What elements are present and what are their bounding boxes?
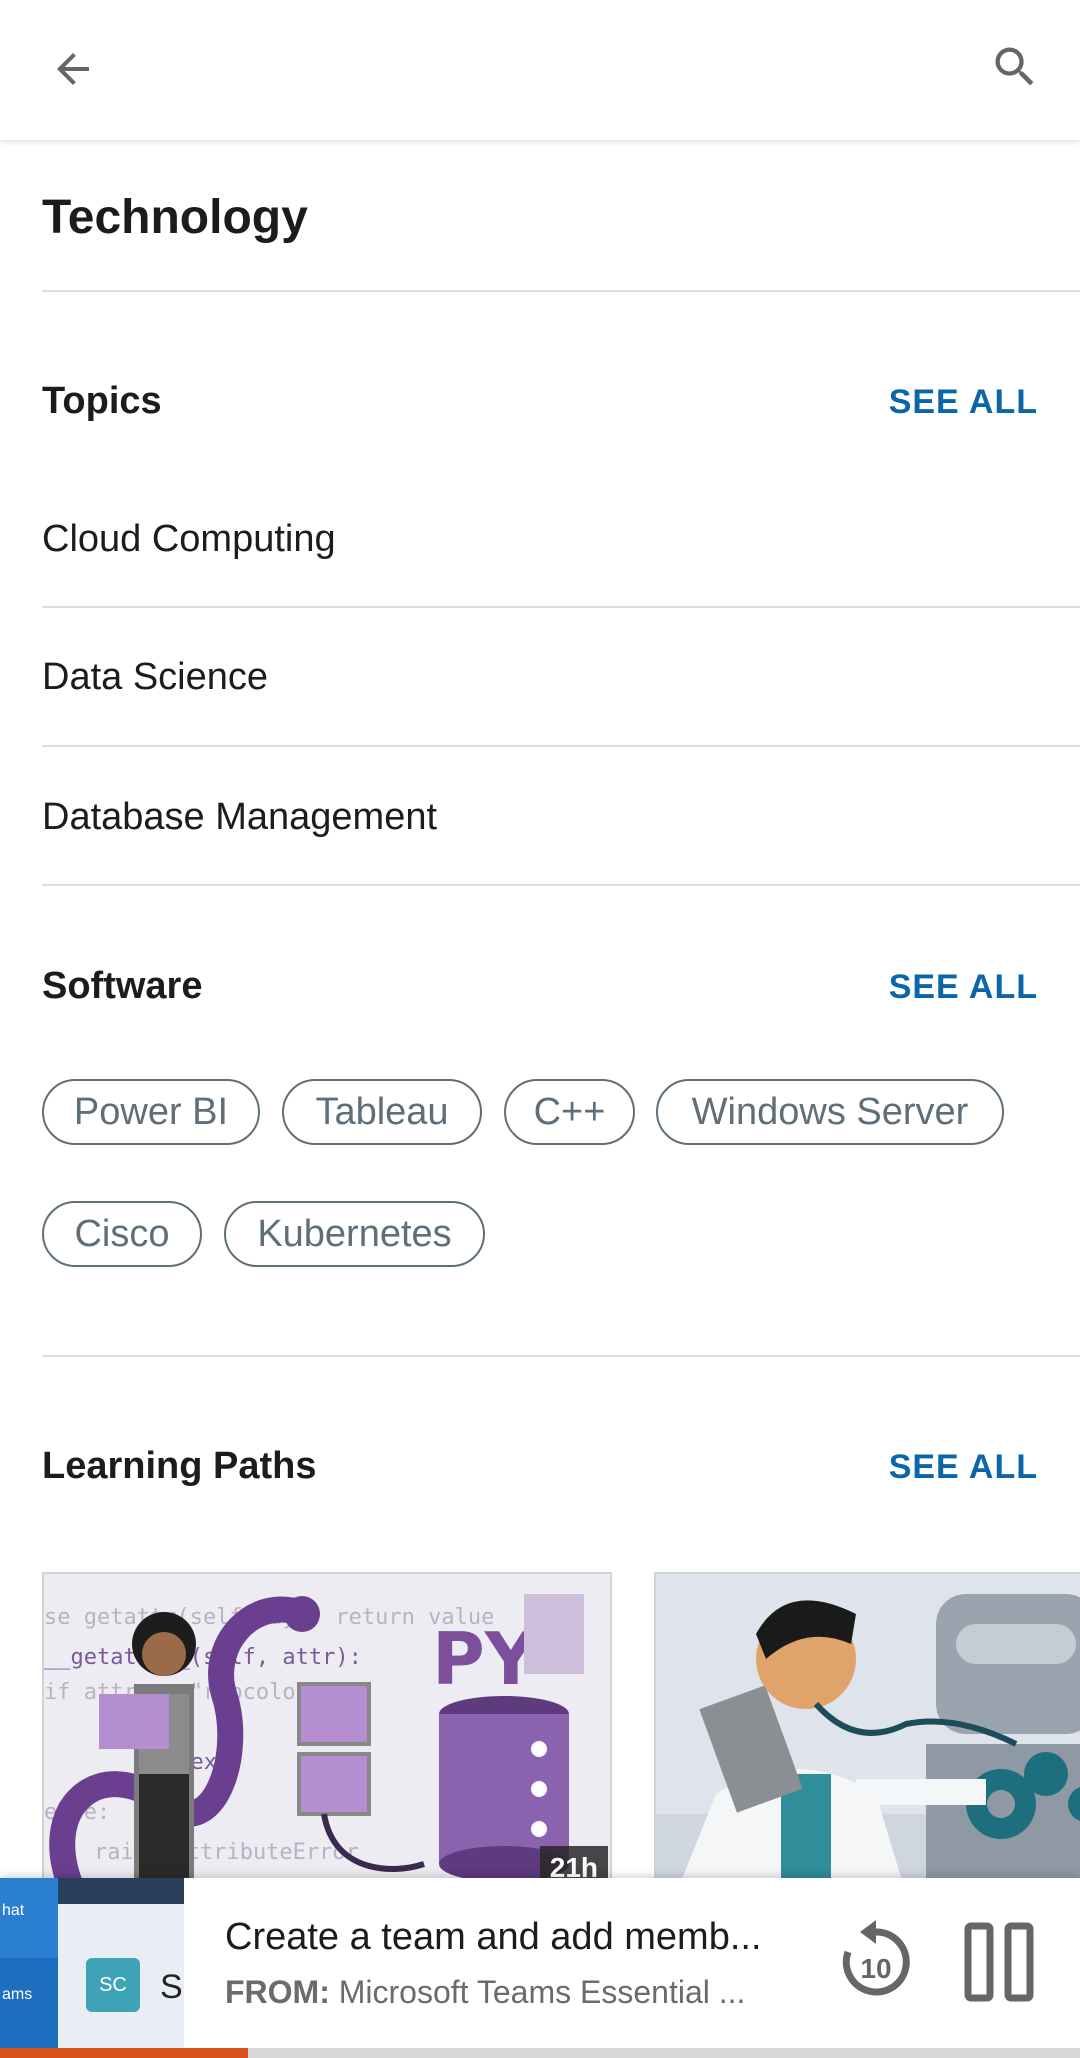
topic-divider bbox=[42, 745, 1080, 747]
python-illustration: se getattr(self, dyn) return value __get… bbox=[44, 1574, 610, 1890]
chip-cpp[interactable]: C++ bbox=[504, 1079, 635, 1145]
replay-10-button[interactable]: 10 bbox=[836, 1918, 916, 2004]
svg-text:__getattr__(self, attr):: __getattr__(self, attr): bbox=[44, 1645, 362, 1670]
pause-button[interactable] bbox=[964, 1918, 1034, 2004]
page-title: Technology bbox=[42, 191, 308, 244]
svg-text:PY: PY bbox=[432, 1617, 538, 1701]
learning-paths-heading: Learning Paths bbox=[42, 1445, 317, 1487]
course-name: Microsoft Teams Essential ... bbox=[338, 1974, 746, 2010]
thumb-header-bar bbox=[58, 1878, 184, 1904]
mini-player[interactable]: hat ams SC S Create a team and add memb.… bbox=[0, 1878, 1080, 2048]
chip-tableau[interactable]: Tableau bbox=[282, 1079, 482, 1145]
back-button[interactable] bbox=[42, 38, 104, 100]
playback-progress-bar bbox=[0, 2048, 1080, 2058]
topic-item-data-science[interactable]: Data Science bbox=[42, 656, 268, 699]
thumb-team-name-fragment: S bbox=[160, 1968, 183, 2006]
arrow-back-icon bbox=[57, 53, 89, 85]
topic-item-cloud-computing[interactable]: Cloud Computing bbox=[42, 518, 336, 561]
topic-item-database-management[interactable]: Database Management bbox=[42, 796, 437, 839]
software-see-all-button[interactable]: SEE ALL bbox=[889, 968, 1038, 1007]
topics-heading: Topics bbox=[42, 380, 162, 422]
section-divider bbox=[42, 884, 1080, 886]
chip-windows-server[interactable]: Windows Server bbox=[656, 1079, 1004, 1145]
software-heading: Software bbox=[42, 965, 203, 1007]
learning-path-card[interactable]: se getattr(self, dyn) return value __get… bbox=[42, 1572, 612, 1892]
mini-player-thumbnail: hat ams SC S bbox=[0, 1878, 184, 2048]
learning-path-card[interactable] bbox=[654, 1572, 1080, 1892]
thumb-chat-label: hat bbox=[2, 1902, 25, 1919]
svg-text:raise AttributeError: raise AttributeError bbox=[94, 1840, 359, 1865]
search-button[interactable] bbox=[984, 36, 1046, 98]
chip-power-bi[interactable]: Power BI bbox=[42, 1079, 260, 1145]
topic-divider bbox=[42, 606, 1080, 608]
learning-paths-see-all-button[interactable]: SEE ALL bbox=[889, 1448, 1038, 1487]
pause-icon bbox=[964, 1922, 1034, 2002]
section-divider bbox=[42, 1355, 1080, 1357]
search-icon bbox=[995, 47, 1034, 86]
mini-player-source: FROM: Microsoft Teams Essential ... bbox=[225, 1974, 800, 2011]
title-divider bbox=[42, 290, 1080, 292]
thumb-teams-label: ams bbox=[2, 1986, 33, 2003]
app-bar bbox=[0, 0, 1080, 140]
doctor-robot-illustration bbox=[656, 1574, 1080, 1890]
playback-progress-fill bbox=[0, 2048, 249, 2058]
chip-kubernetes[interactable]: Kubernetes bbox=[224, 1201, 485, 1267]
mini-player-title: Create a team and add memb... bbox=[225, 1916, 762, 1958]
from-label: FROM: bbox=[225, 1974, 330, 2010]
chip-cisco[interactable]: Cisco bbox=[42, 1201, 202, 1267]
team-avatar: SC bbox=[86, 1958, 140, 2012]
svg-text:10: 10 bbox=[860, 1953, 891, 1984]
replay-10-icon: 10 bbox=[842, 1920, 910, 1996]
topics-see-all-button[interactable]: SEE ALL bbox=[889, 383, 1038, 422]
